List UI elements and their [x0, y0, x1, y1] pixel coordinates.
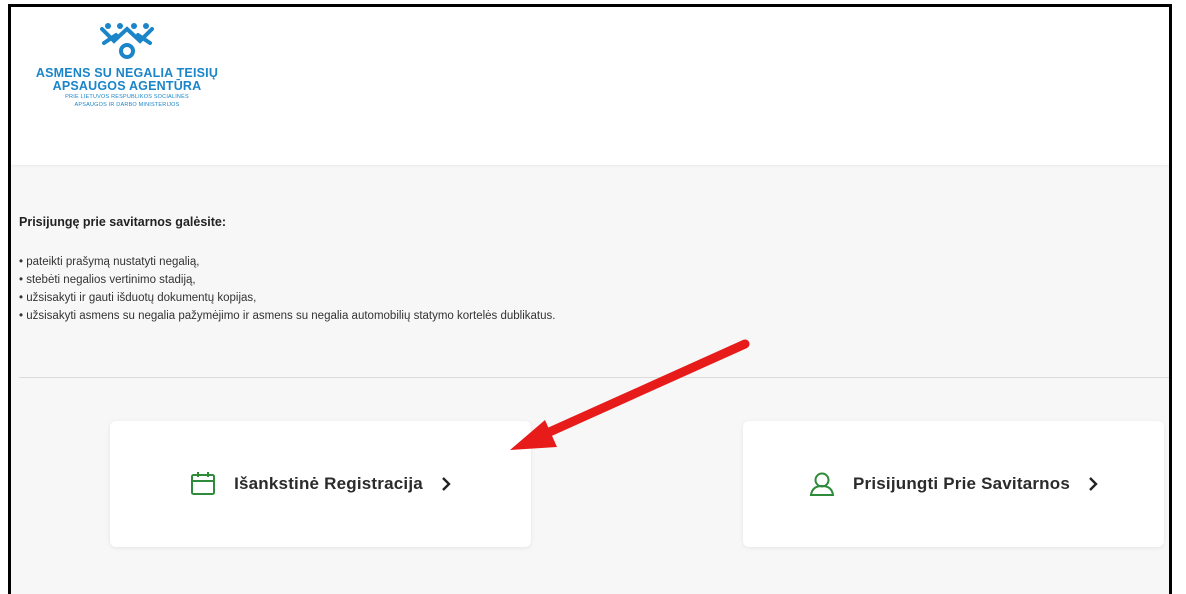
preregistration-label: Išankstinė Registracija	[234, 474, 423, 493]
list-item: • užsisakyti asmens su negalia pažymėjim…	[19, 310, 556, 322]
intro-section: Prisijungę prie savitarnos galėsite: • p…	[19, 215, 1159, 325]
list-item: • stebėti negalios vertinimo stadiją,	[19, 274, 196, 286]
calendar-icon	[190, 471, 216, 497]
agency-logo[interactable]: ASMENS SU NEGALIA TEISIŲ APSAUGOS AGENTŪ…	[17, 21, 237, 109]
list-item: • pateikti prašymą nustatyti negalią,	[19, 256, 200, 268]
chevron-right-icon	[441, 477, 451, 491]
people-circle-logo-icon	[100, 23, 154, 59]
section-divider	[19, 377, 1169, 378]
intro-title: Prisijungę prie savitarnos galėsite:	[19, 215, 227, 229]
logo-sub-line1: PRIE LIETUVOS RESPUBLIKOS SOCIALINĖS	[65, 94, 189, 100]
self-service-login-button[interactable]: Prisijungti Prie Savitarnos	[743, 421, 1164, 547]
site-header: ASMENS SU NEGALIA TEISIŲ APSAUGOS AGENTŪ…	[11, 7, 1169, 165]
preregistration-button[interactable]: Išankstinė Registracija	[110, 421, 531, 547]
logo-name-line2: APSAUGOS AGENTŪRA	[52, 79, 202, 93]
benefits-list: • pateikti prašymą nustatyti negalią, • …	[19, 253, 1159, 325]
user-icon	[809, 471, 835, 497]
list-item: • užsisakyti ir gauti išduotų dokumentų …	[19, 292, 257, 304]
self-service-label: Prisijungti Prie Savitarnos	[852, 474, 1071, 493]
page-frame: ASMENS SU NEGALIA TEISIŲ APSAUGOS AGENTŪ…	[8, 4, 1172, 594]
chevron-right-icon	[1088, 477, 1098, 491]
logo-sub-line2: APSAUGOS IR DARBO MINISTERIJOS	[74, 102, 180, 108]
